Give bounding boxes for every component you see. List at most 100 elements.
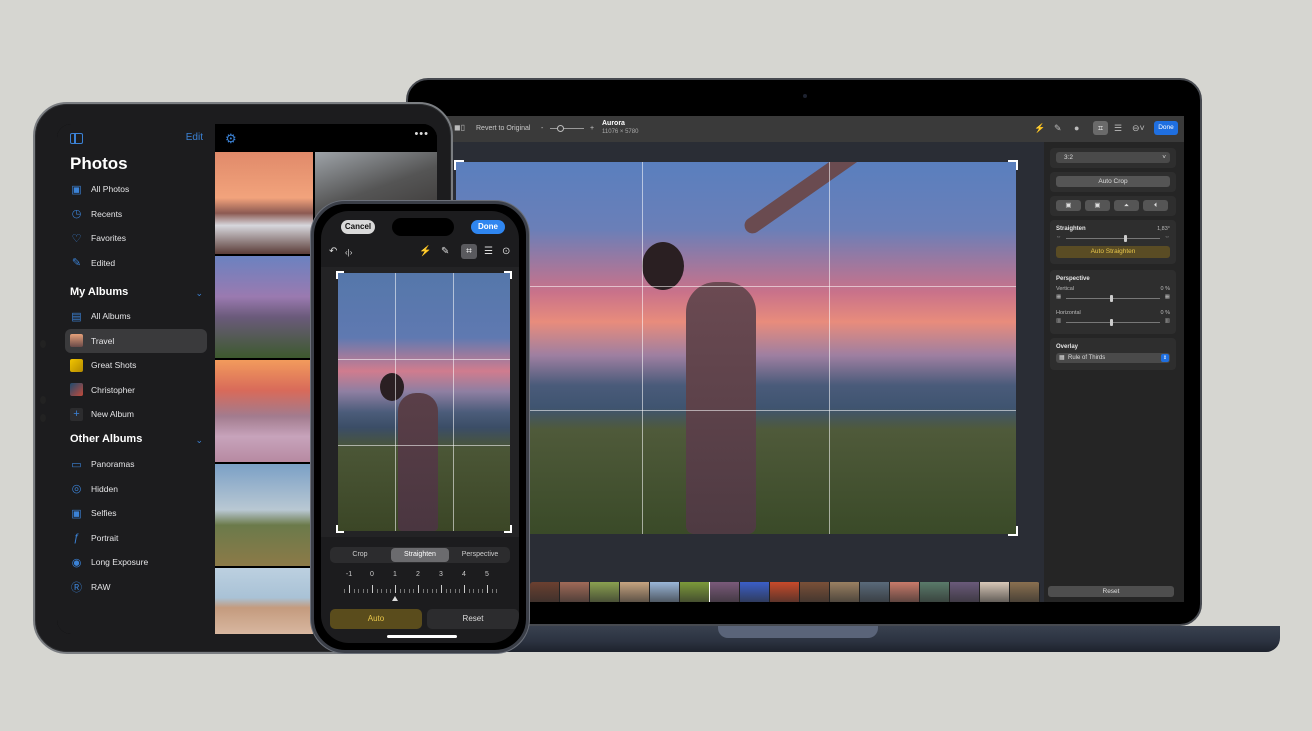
filmstrip-thumbnail[interactable]: [800, 582, 830, 602]
zoom-slider-knob[interactable]: [557, 125, 564, 132]
reset-button[interactable]: Reset: [427, 609, 519, 629]
more-options-icon[interactable]: ⊖˅: [1132, 123, 1145, 134]
filmstrip[interactable]: [530, 582, 1040, 602]
crop-icon[interactable]: ⌗: [461, 244, 477, 259]
sidebar-item-portrait[interactable]: ƒ Portrait: [65, 526, 207, 550]
ellipsis-icon[interactable]: •••: [414, 128, 429, 140]
sidebar-item-selfies[interactable]: ▣ Selfies: [65, 501, 207, 525]
tab-perspective[interactable]: Perspective: [451, 548, 509, 562]
retouch-icon[interactable]: ✎: [441, 246, 449, 257]
zoom-out-button[interactable]: -: [541, 125, 543, 132]
rotate-icon[interactable]: ▣: [1056, 200, 1081, 211]
crop-handle-bottom-right[interactable]: [504, 525, 512, 533]
overlay-dropdown[interactable]: ▦ Rule of Thirds ⇕: [1056, 353, 1170, 363]
filmstrip-thumbnail[interactable]: [650, 582, 680, 602]
aspect-ratio-dropdown[interactable]: 3:2 ˅: [1056, 152, 1170, 163]
auto-enhance-icon[interactable]: ⚡: [1034, 123, 1045, 134]
revert-to-original-button[interactable]: Revert to Original: [476, 125, 530, 132]
flip-vertical-icon[interactable]: ⏶: [1114, 200, 1139, 211]
photo-thumbnail[interactable]: [215, 360, 313, 462]
straighten-ruler[interactable]: -1 0 1 2 3 4 5: [341, 571, 499, 601]
undo-icon[interactable]: ↶: [329, 246, 337, 257]
sidebar-item-recents[interactable]: ◷ Recents: [65, 202, 207, 226]
done-button[interactable]: Done: [471, 220, 505, 234]
filmstrip-thumbnail[interactable]: [920, 582, 950, 602]
filters-icon[interactable]: ●: [1074, 123, 1079, 133]
horizontal-slider-knob[interactable]: [1110, 319, 1113, 326]
vertical-slider-knob[interactable]: [1110, 295, 1113, 302]
crop-handle-top-left[interactable]: [336, 271, 344, 279]
straighten-slider[interactable]: [1066, 238, 1160, 239]
adjust-icon[interactable]: ☰: [484, 246, 493, 257]
retouch-icon[interactable]: ✎: [1054, 123, 1062, 134]
sidebar-item-christopher[interactable]: Christopher: [65, 378, 207, 402]
filmstrip-thumbnail[interactable]: [950, 582, 980, 602]
sidebar-item-raw[interactable]: Ⓡ RAW: [65, 575, 207, 599]
filmstrip-thumbnail[interactable]: [890, 582, 920, 602]
edit-button[interactable]: Edit: [186, 132, 203, 143]
zoom-in-button[interactable]: +: [590, 125, 594, 132]
filmstrip-thumbnail[interactable]: [1010, 582, 1040, 602]
sidebar-item-travel[interactable]: Travel: [65, 328, 207, 353]
photo-thumbnail[interactable]: [215, 464, 313, 566]
straighten-slider-knob[interactable]: [1124, 235, 1128, 242]
gear-icon[interactable]: ⚙: [225, 131, 237, 147]
ruler-tick: [362, 589, 364, 593]
photo-thumbnail[interactable]: [215, 568, 313, 634]
rotate-ccw-icon[interactable]: ▣: [1085, 200, 1110, 211]
filmstrip-thumbnail[interactable]: [770, 582, 800, 602]
tab-straighten[interactable]: Straighten: [391, 548, 449, 562]
sidebar-item-great-shots[interactable]: Great Shots: [65, 353, 207, 377]
filmstrip-thumbnail[interactable]: [620, 582, 650, 602]
auto-crop-card: Auto Crop: [1050, 172, 1176, 192]
sidebar-item-all-photos[interactable]: ▣ All Photos: [65, 177, 207, 201]
crop-handle-bottom-right[interactable]: [1008, 526, 1018, 536]
auto-button[interactable]: Auto: [330, 609, 422, 629]
flip-horizontal-icon[interactable]: ⏴: [1143, 200, 1168, 211]
filmstrip-thumbnail[interactable]: [830, 582, 860, 602]
other-albums-heading[interactable]: Other Albums: [70, 433, 142, 445]
sidebar-item-hidden[interactable]: ◎ Hidden: [65, 477, 207, 501]
chevron-down-icon[interactable]: ⌄: [195, 288, 203, 299]
sidebar-item-all-albums[interactable]: ▤ All Albums: [65, 304, 207, 328]
vertical-slider[interactable]: [1066, 298, 1160, 299]
sidebar-item-panoramas[interactable]: ▭ Panoramas: [65, 452, 207, 476]
adjust-icon[interactable]: ☰: [1114, 123, 1122, 134]
zoom-slider[interactable]: [550, 125, 584, 132]
sidebar-item-long-exposure[interactable]: ◉ Long Exposure: [65, 550, 207, 574]
photo-thumbnail[interactable]: [215, 256, 313, 358]
auto-enhance-icon[interactable]: ⚡: [419, 246, 431, 257]
crop-handle-top-right[interactable]: [1008, 160, 1018, 170]
photo-being-edited[interactable]: [456, 162, 1016, 534]
chevron-down-icon[interactable]: ⌄: [195, 435, 203, 446]
reset-button[interactable]: Reset: [1048, 586, 1174, 597]
my-albums-heading[interactable]: My Albums: [70, 286, 128, 298]
filmstrip-thumbnail[interactable]: [680, 582, 710, 602]
compare-icon[interactable]: ◼▯: [454, 123, 465, 132]
crop-handle-bottom-left[interactable]: [336, 525, 344, 533]
filmstrip-thumbnail[interactable]: [709, 582, 741, 602]
done-button[interactable]: Done: [1154, 121, 1178, 135]
photo-thumbnail[interactable]: [215, 152, 313, 254]
crop-icon[interactable]: ⌗: [1093, 121, 1108, 135]
compare-icon[interactable]: ‹|›: [345, 248, 352, 257]
sidebar-item-new-album[interactable]: + New Album: [65, 402, 207, 426]
tab-crop[interactable]: Crop: [331, 548, 389, 562]
filmstrip-thumbnail[interactable]: [860, 582, 890, 602]
filmstrip-thumbnail[interactable]: [560, 582, 590, 602]
sidebar-item-favorites[interactable]: ♡ Favorites: [65, 226, 207, 250]
filmstrip-thumbnail[interactable]: [740, 582, 770, 602]
auto-straighten-button[interactable]: Auto Straighten: [1056, 246, 1170, 258]
sidebar-item-edited[interactable]: ✎ Edited: [65, 251, 207, 275]
filmstrip-thumbnail[interactable]: [980, 582, 1010, 602]
crop-handle-top-left[interactable]: [454, 160, 464, 170]
filmstrip-thumbnail[interactable]: [590, 582, 620, 602]
sidebar-toggle-icon[interactable]: [70, 133, 83, 144]
auto-crop-button[interactable]: Auto Crop: [1056, 176, 1170, 187]
crop-handle-top-right[interactable]: [504, 271, 512, 279]
horizontal-slider[interactable]: [1066, 322, 1160, 323]
photo-being-edited[interactable]: [338, 273, 510, 531]
cancel-button[interactable]: Cancel: [341, 220, 375, 234]
filmstrip-thumbnail[interactable]: [530, 582, 560, 602]
more-icon[interactable]: ⊙: [502, 246, 510, 257]
